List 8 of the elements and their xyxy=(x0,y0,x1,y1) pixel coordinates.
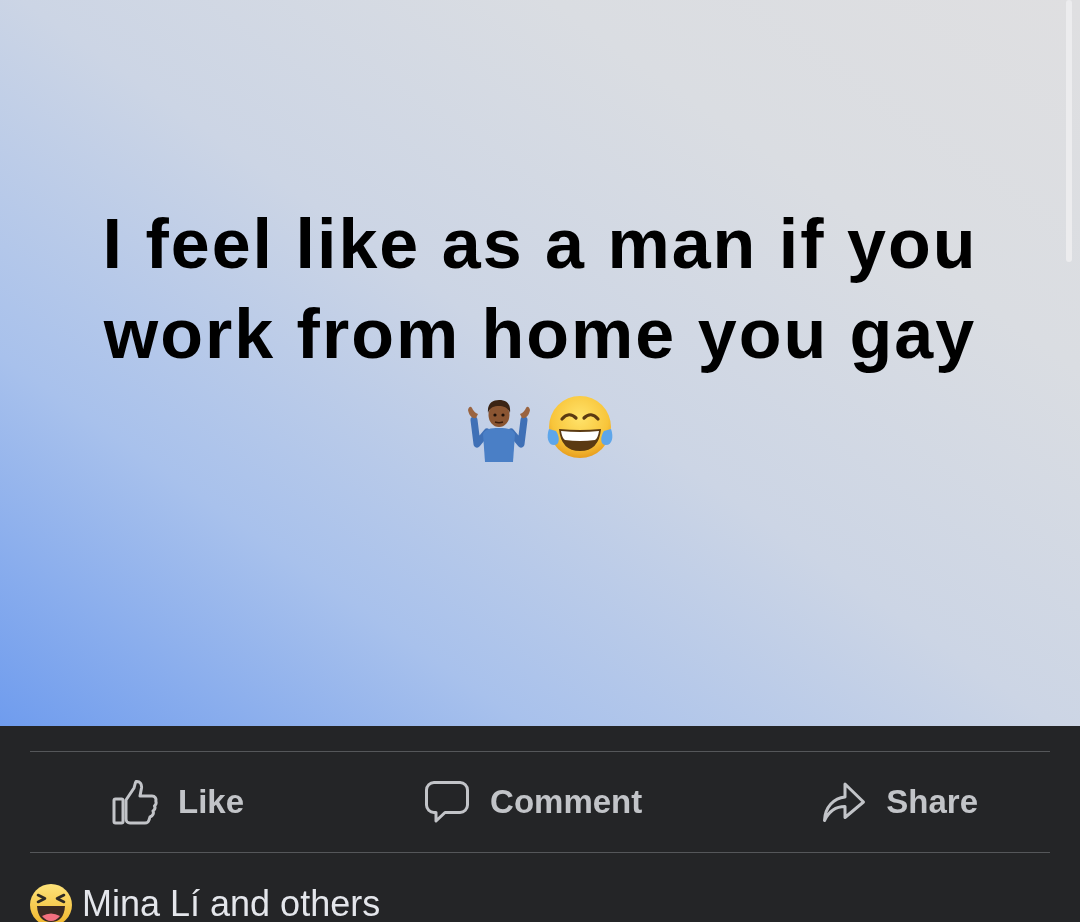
like-button[interactable]: Like xyxy=(112,777,245,827)
post-text: I feel like as a man if you work from home you gay xyxy=(101,204,979,375)
comment-button[interactable]: Comment xyxy=(424,777,643,827)
share-arrow-icon xyxy=(822,781,867,823)
speech-bubble-icon xyxy=(424,780,471,824)
share-button[interactable]: Share xyxy=(822,777,978,827)
reaction-summary[interactable]: Mina Lí and others xyxy=(82,884,381,922)
thumbs-up-icon xyxy=(112,779,158,825)
